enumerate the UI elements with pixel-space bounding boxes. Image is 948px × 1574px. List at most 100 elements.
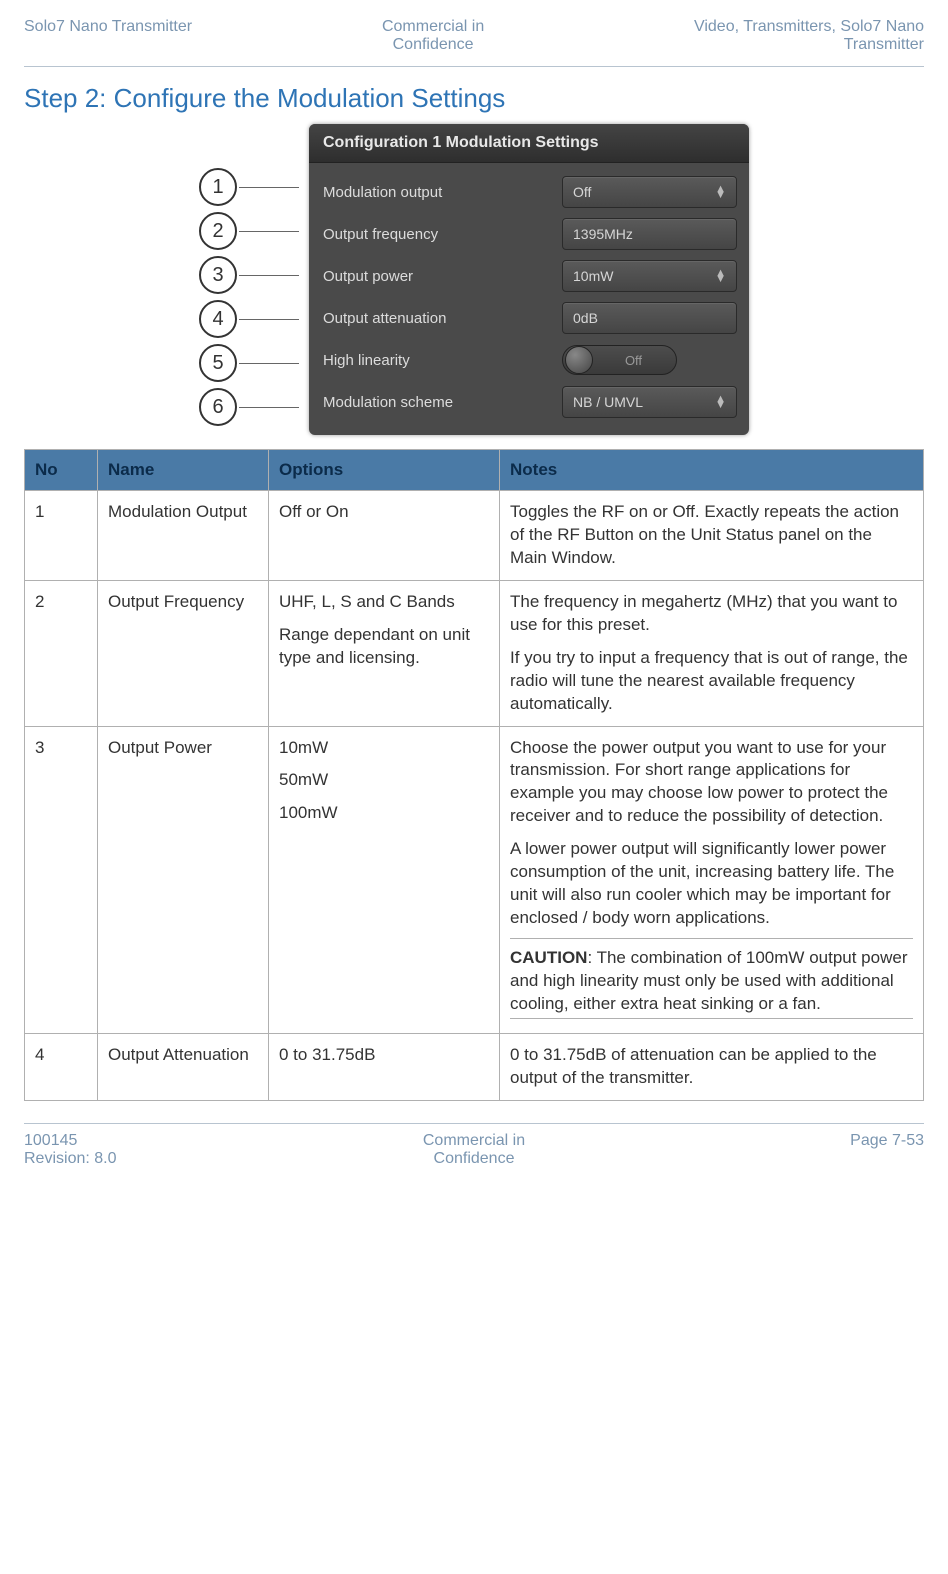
footer-divider	[24, 1123, 924, 1124]
callout-6: 6	[199, 388, 299, 426]
callout-line	[239, 231, 299, 232]
row-output-power: Output power 10mW ▲▼	[323, 255, 737, 297]
callout-circle: 5	[199, 344, 237, 382]
toggle-high-linearity[interactable]: Off	[562, 345, 677, 375]
cell-notes: 0 to 31.75dB of attenuation can be appli…	[500, 1033, 924, 1100]
value-modulation-output: Off	[573, 184, 591, 200]
cell-no: 3	[25, 726, 98, 1033]
panel-title: Configuration 1 Modulation Settings	[309, 124, 749, 163]
label-output-power: Output power	[323, 268, 562, 285]
toggle-knob-icon	[565, 346, 593, 374]
callout-circle: 4	[199, 300, 237, 338]
callout-1: 1	[199, 168, 299, 206]
callout-5: 5	[199, 344, 299, 382]
note-text: The frequency in megahertz (MHz) that yo…	[510, 591, 913, 637]
footer-page: Page 7-53	[850, 1132, 924, 1149]
row-modulation-output: Modulation output Off▲▼	[323, 171, 737, 213]
cell-options: 10mW 50mW 100mW	[269, 726, 500, 1033]
table-row: 3 Output Power 10mW 50mW 100mW Choose th…	[25, 726, 924, 1033]
opt-text: 100mW	[279, 802, 489, 825]
row-output-attenuation: Output attenuation 0dB	[323, 297, 737, 339]
header-center: Commercial in Confidence	[297, 18, 570, 54]
callout-circle: 3	[199, 256, 237, 294]
cell-no: 1	[25, 491, 98, 581]
callout-line	[239, 275, 299, 276]
cell-name: Output Attenuation	[98, 1033, 269, 1100]
note-text: A lower power output will significantly …	[510, 838, 913, 930]
note-text: If you try to input a frequency that is …	[510, 647, 913, 716]
th-name: Name	[98, 450, 269, 491]
modulation-settings-panel: Configuration 1 Modulation Settings Modu…	[309, 124, 749, 435]
toggle-label: Off	[593, 353, 674, 368]
updown-icon: ▲▼	[715, 396, 726, 408]
caution-label: CAUTION	[510, 948, 587, 967]
callout-4: 4	[199, 300, 299, 338]
row-high-linearity: High linearity Off	[323, 339, 737, 381]
value-output-power: 10mW	[573, 268, 613, 284]
callout-column: 1 2 3 4 5 6	[199, 124, 299, 426]
opt-text: 10mW	[279, 737, 489, 760]
opt-text: Off or On	[279, 501, 489, 524]
footer-center-l1: Commercial in	[423, 1132, 525, 1149]
updown-icon: ▲▼	[715, 270, 726, 282]
header-left: Solo7 Nano Transmitter	[24, 18, 297, 54]
table-row: 2 Output Frequency UHF, L, S and C Bands…	[25, 580, 924, 726]
value-modulation-scheme: NB / UMVL	[573, 394, 643, 410]
select-modulation-scheme[interactable]: NB / UMVL ▲▼	[562, 386, 737, 418]
select-modulation-output[interactable]: Off▲▼	[562, 176, 737, 208]
cell-options: 0 to 31.75dB	[269, 1033, 500, 1100]
input-output-frequency[interactable]: 1395MHz	[562, 218, 737, 250]
cell-name: Output Power	[98, 726, 269, 1033]
value-output-frequency: 1395MHz	[573, 226, 633, 242]
note-text: Toggles the RF on or Off. Exactly repeat…	[510, 501, 913, 570]
header-divider	[24, 66, 924, 67]
table-row: 4 Output Attenuation 0 to 31.75dB 0 to 3…	[25, 1033, 924, 1100]
step-title: Step 2: Configure the Modulation Setting…	[24, 83, 924, 114]
header-right: Video, Transmitters, Solo7 Nano Transmit…	[569, 18, 924, 54]
opt-text: 0 to 31.75dB	[279, 1044, 489, 1067]
header-center-l2: Confidence	[393, 36, 474, 53]
callout-circle: 6	[199, 388, 237, 426]
label-high-linearity: High linearity	[323, 352, 562, 369]
label-modulation-scheme: Modulation scheme	[323, 394, 562, 411]
label-modulation-output: Modulation output	[323, 184, 562, 201]
label-output-attenuation: Output attenuation	[323, 310, 562, 327]
input-output-attenuation[interactable]: 0dB	[562, 302, 737, 334]
header-right-l2: Transmitter	[844, 36, 924, 53]
footer-right: Page 7-53	[624, 1132, 924, 1168]
cell-name: Modulation Output	[98, 491, 269, 581]
callout-3: 3	[199, 256, 299, 294]
value-output-attenuation: 0dB	[573, 310, 598, 326]
callout-2: 2	[199, 212, 299, 250]
callout-circle: 2	[199, 212, 237, 250]
callout-line	[239, 319, 299, 320]
callout-line	[239, 363, 299, 364]
note-text: Choose the power output you want to use …	[510, 737, 913, 829]
th-options: Options	[269, 450, 500, 491]
footer-center: Commercial in Confidence	[324, 1132, 624, 1168]
footer-left: 100145 Revision: 8.0	[24, 1132, 324, 1168]
select-output-power[interactable]: 10mW ▲▼	[562, 260, 737, 292]
header-center-l1: Commercial in	[382, 18, 484, 35]
cell-notes: Toggles the RF on or Off. Exactly repeat…	[500, 491, 924, 581]
page-header: Solo7 Nano Transmitter Commercial in Con…	[24, 18, 924, 62]
cell-no: 2	[25, 580, 98, 726]
callout-line	[239, 407, 299, 408]
label-output-frequency: Output frequency	[323, 226, 562, 243]
cell-notes: The frequency in megahertz (MHz) that yo…	[500, 580, 924, 726]
footer-revision: Revision: 8.0	[24, 1150, 117, 1167]
inner-divider	[510, 1018, 913, 1033]
th-notes: Notes	[500, 450, 924, 491]
row-modulation-scheme: Modulation scheme NB / UMVL ▲▼	[323, 381, 737, 423]
config-figure: 1 2 3 4 5 6 Configuration 1 Modulation S…	[24, 124, 924, 435]
cell-no: 4	[25, 1033, 98, 1100]
opt-text: UHF, L, S and C Bands	[279, 591, 489, 614]
th-no: No	[25, 450, 98, 491]
cell-options: Off or On	[269, 491, 500, 581]
page-footer: 100145 Revision: 8.0 Commercial in Confi…	[24, 1130, 924, 1168]
options-table: No Name Options Notes 1 Modulation Outpu…	[24, 449, 924, 1101]
footer-center-l2: Confidence	[434, 1150, 515, 1167]
cell-options: UHF, L, S and C Bands Range dependant on…	[269, 580, 500, 726]
cell-name: Output Frequency	[98, 580, 269, 726]
footer-docnum: 100145	[24, 1132, 77, 1149]
